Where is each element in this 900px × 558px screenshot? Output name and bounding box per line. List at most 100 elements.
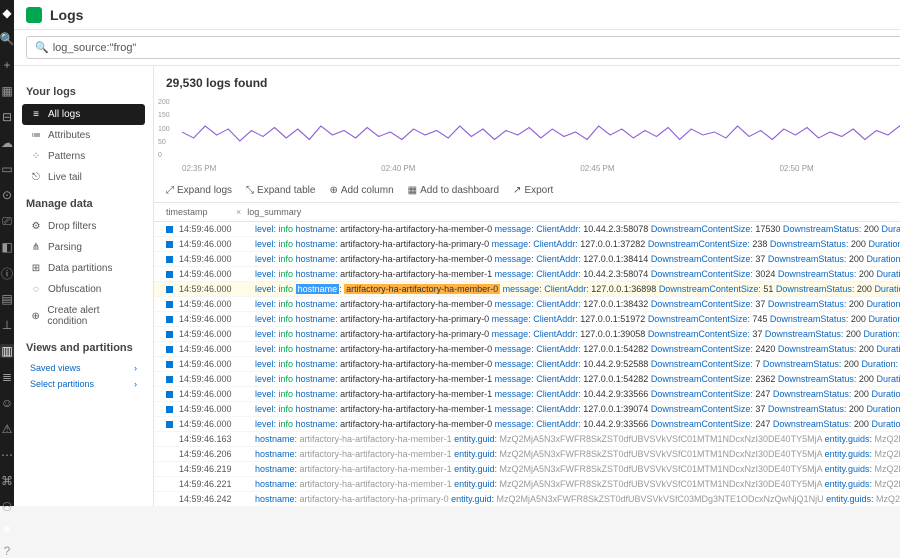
topbar: Logs Account: ⌵ ? ✉ ⎘ — [14, 0, 900, 30]
sidebar-item-label: Live tail — [48, 172, 82, 183]
status-dot-icon — [166, 301, 173, 308]
cell-timestamp: 14:59:46.000 — [179, 299, 249, 309]
table-row[interactable]: 14:59:46.000level: info hostname: artifa… — [154, 252, 900, 267]
table-row[interactable]: 14:59:46.000level: info hostname: artifa… — [154, 327, 900, 342]
plus-nav-icon[interactable]: + — [0, 58, 14, 72]
cube-nav-icon[interactable]: ◧ — [0, 240, 14, 254]
results-header: 29,530 logs found ⋯ — [154, 66, 900, 99]
table-row[interactable]: 14:59:46.000level: info hostname: artifa… — [154, 417, 900, 432]
table-row[interactable]: 14:59:46.000level: info hostname: artifa… — [154, 342, 900, 357]
table-row[interactable]: 14:59:46.000level: info hostname: artifa… — [154, 267, 900, 282]
status-dot-icon — [166, 346, 173, 353]
sidebar-item-attributes[interactable]: ≔Attributes — [22, 125, 145, 146]
team-nav-icon[interactable]: ⚇ — [0, 500, 14, 514]
network-nav-icon[interactable]: ⌘ — [0, 474, 14, 488]
sidebar-item-icon: ≡ — [30, 109, 42, 120]
cell-summary: level: info hostname: artifactory-ha-art… — [249, 359, 900, 369]
cell-timestamp: 14:59:46.163 — [179, 434, 249, 444]
page-title: Logs — [50, 7, 83, 23]
expand-logs-button[interactable]: ⤢Expand logs — [166, 185, 232, 196]
chart-nav-icon[interactable]: ⊥ — [0, 318, 14, 332]
log-volume-chart[interactable]: 200150100500 02:35 PM02:40 PM02:45 PM02:… — [154, 99, 900, 179]
cell-timestamp: 14:59:46.000 — [179, 404, 249, 414]
export-button[interactable]: ↗Export — [513, 185, 553, 196]
sidebar-item-label: Saved views — [30, 363, 81, 373]
more-nav-icon[interactable]: ⋯ — [0, 448, 14, 462]
world-nav-icon[interactable]: ⊙ — [0, 188, 14, 202]
table-row[interactable]: 14:59:46.000level: info hostname: artifa… — [154, 222, 900, 237]
alert-nav-icon[interactable]: ⚠ — [0, 422, 14, 436]
sidebar-item-saved-views[interactable]: Saved views › — [22, 360, 145, 376]
table-row[interactable]: 14:59:46.000level: info hostname: artifa… — [154, 282, 900, 297]
table-row[interactable]: 14:59:46.000level: info hostname: artifa… — [154, 297, 900, 312]
cell-summary: hostname: artifactory-ha-artifactory-ha-… — [249, 479, 900, 489]
bar-nav-icon[interactable]: ▤ — [0, 292, 14, 306]
sidebar-item-icon: ⚙ — [30, 221, 42, 232]
sidebar-item-icon: ⋔ — [30, 242, 42, 253]
chart-y-labels: 200150100500 — [158, 99, 170, 159]
table-row[interactable]: 14:59:46.000level: info hostname: artifa… — [154, 387, 900, 402]
sidebar-item-patterns[interactable]: ⁘Patterns — [22, 146, 145, 167]
col-timestamp[interactable]: timestamp — [166, 207, 236, 217]
table-row[interactable]: 14:59:46.000level: info hostname: artifa… — [154, 402, 900, 417]
cell-summary: level: info hostname: artifactory-ha-art… — [249, 224, 900, 234]
help-nav-icon[interactable]: ? — [0, 544, 14, 558]
add-column-button[interactable]: ⊕Add column — [329, 185, 393, 196]
table-row[interactable]: 14:59:46.206hostname: artifactory-ha-art… — [154, 447, 900, 462]
status-dot-icon — [166, 286, 173, 293]
sidebar-item-obfuscation[interactable]: ◌Obfuscation — [22, 279, 145, 300]
sidebar-item-icon: ⁘ — [30, 151, 42, 162]
table-row[interactable]: 14:59:46.163hostname: artifactory-ha-art… — [154, 432, 900, 447]
table-row[interactable]: 14:59:46.000level: info hostname: artifa… — [154, 237, 900, 252]
cloud-nav-icon[interactable]: ☁ — [0, 136, 14, 150]
table-row[interactable]: 14:59:46.000level: info hostname: artifa… — [154, 372, 900, 387]
cell-timestamp: 14:59:46.221 — [179, 479, 249, 489]
sidebar-item-all-logs[interactable]: ≡All logs — [22, 104, 145, 125]
grid-nav-icon[interactable]: ▦ — [0, 84, 14, 98]
code-nav-icon[interactable]: ⎚ — [0, 214, 14, 228]
sidebar-item-data-partitions[interactable]: ⊞Data partitions — [22, 258, 145, 279]
search-input-wrap[interactable]: 🔍 — [26, 36, 900, 59]
layers-nav-icon[interactable]: ≣ — [0, 370, 14, 384]
logs-nav-icon[interactable]: ▥ — [0, 344, 14, 358]
cell-timestamp: 14:59:46.000 — [179, 224, 249, 234]
cell-summary: level: info hostname: artifactory-ha-art… — [249, 284, 900, 294]
sidebar-item-select-partitions[interactable]: Select partitions› — [22, 376, 145, 392]
mobile-nav-icon[interactable]: ▭ — [0, 162, 14, 176]
user-nav-icon[interactable]: ☺ — [0, 396, 14, 410]
expand-table-button[interactable]: ⤡Expand table — [246, 185, 315, 196]
sidebar-item-create-alert-condition[interactable]: ⊕Create alert condition — [22, 300, 145, 332]
cell-timestamp: 14:59:46.000 — [179, 314, 249, 324]
add-dashboard-button[interactable]: ▦Add to dashboard — [408, 185, 499, 196]
status-dot-icon — [166, 376, 173, 383]
table-row[interactable]: 14:59:46.219hostname: artifactory-ha-art… — [154, 462, 900, 477]
sidebar-item-label: Obfuscation — [48, 284, 101, 295]
chart-svg — [182, 99, 900, 159]
sidebar-item-parsing[interactable]: ⋔Parsing — [22, 237, 145, 258]
search-nav-icon[interactable]: 🔍 — [0, 32, 14, 46]
cell-timestamp: 14:59:46.000 — [179, 419, 249, 429]
status-dot-icon — [166, 361, 173, 368]
table-row[interactable]: 14:59:46.242hostname: artifactory-ha-art… — [154, 492, 900, 506]
status-dot-icon — [166, 421, 173, 428]
sidebar-item-label: Attributes — [48, 130, 90, 141]
status-dot-icon[interactable] — [4, 526, 10, 532]
cell-timestamp: 14:59:46.206 — [179, 449, 249, 459]
expand-icon: ⤢ — [166, 185, 174, 196]
cell-timestamp: 14:59:46.242 — [179, 494, 249, 504]
chevron-right-icon: › — [134, 363, 137, 373]
info-nav-icon[interactable]: ⓘ — [0, 266, 14, 280]
cell-summary: hostname: artifactory-ha-artifactory-ha-… — [249, 449, 900, 459]
sidebar-item-live-tail[interactable]: ⎋Live tail — [22, 167, 145, 188]
cell-summary: level: info hostname: artifactory-ha-art… — [249, 299, 900, 309]
table-row[interactable]: 14:59:46.000level: info hostname: artifa… — [154, 312, 900, 327]
sidebar-item-icon: ⊞ — [30, 263, 42, 274]
cell-timestamp: 14:59:46.219 — [179, 464, 249, 474]
db-nav-icon[interactable]: ⊟ — [0, 110, 14, 124]
table-row[interactable]: 14:59:46.221hostname: artifactory-ha-art… — [154, 477, 900, 492]
logo-icon[interactable]: ◆ — [0, 6, 14, 20]
col-summary[interactable]: log_summary — [241, 207, 900, 217]
search-input[interactable] — [53, 42, 900, 54]
sidebar-item-drop-filters[interactable]: ⚙Drop filters — [22, 216, 145, 237]
table-row[interactable]: 14:59:46.000level: info hostname: artifa… — [154, 357, 900, 372]
